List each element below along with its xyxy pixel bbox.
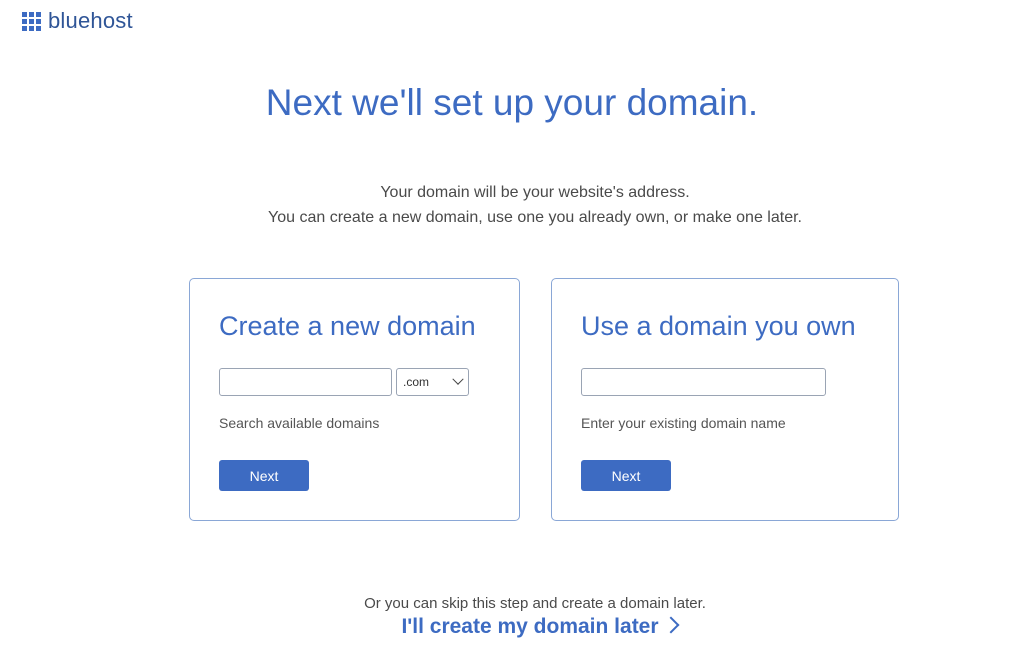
chevron-right-icon — [662, 616, 680, 634]
existing-domain-helper: Enter your existing domain name — [581, 415, 786, 431]
page-description: Your domain will be your website's addre… — [0, 180, 1024, 230]
own-domain-title: Use a domain you own — [581, 311, 856, 341]
create-domain-card: Create a new domain .com Search availabl… — [189, 278, 520, 521]
description-line-1: Your domain will be your website's addre… — [380, 184, 690, 201]
new-domain-input[interactable] — [219, 368, 392, 396]
page-title: Next we'll set up your domain. — [265, 82, 759, 123]
search-domains-helper: Search available domains — [219, 415, 380, 431]
own-domain-next-button[interactable]: Next — [581, 460, 671, 491]
tld-select[interactable]: .com — [396, 368, 469, 396]
own-domain-card: Use a domain you own Enter your existing… — [551, 278, 899, 521]
description-line-2: You can create a new domain, use one you… — [268, 209, 802, 226]
create-domain-later-link[interactable]: I'll create my domain later — [0, 615, 1024, 639]
domain-setup-page: bluehost Next we'll set up your domain. … — [0, 0, 1024, 668]
create-domain-title: Create a new domain — [219, 311, 476, 341]
logo-text: bluehost — [48, 8, 133, 33]
skip-description: Or you can skip this step and create a d… — [364, 595, 706, 612]
chevron-down-icon — [452, 373, 464, 385]
bluehost-logo[interactable]: bluehost — [22, 8, 133, 34]
existing-domain-input[interactable] — [581, 368, 826, 396]
bluehost-logo-icon — [22, 11, 41, 31]
create-domain-later-label: I'll create my domain later — [401, 615, 659, 638]
tld-select-value: .com — [403, 375, 430, 389]
create-domain-next-button[interactable]: Next — [219, 460, 309, 491]
